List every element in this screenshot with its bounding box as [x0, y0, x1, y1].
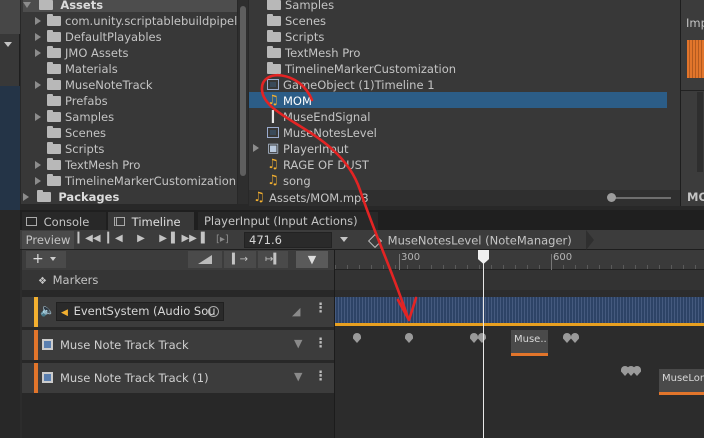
annotation-arrowhead	[396, 296, 418, 322]
annotation-arrow-path	[260, 74, 410, 320]
annotation-arrow	[260, 74, 418, 322]
